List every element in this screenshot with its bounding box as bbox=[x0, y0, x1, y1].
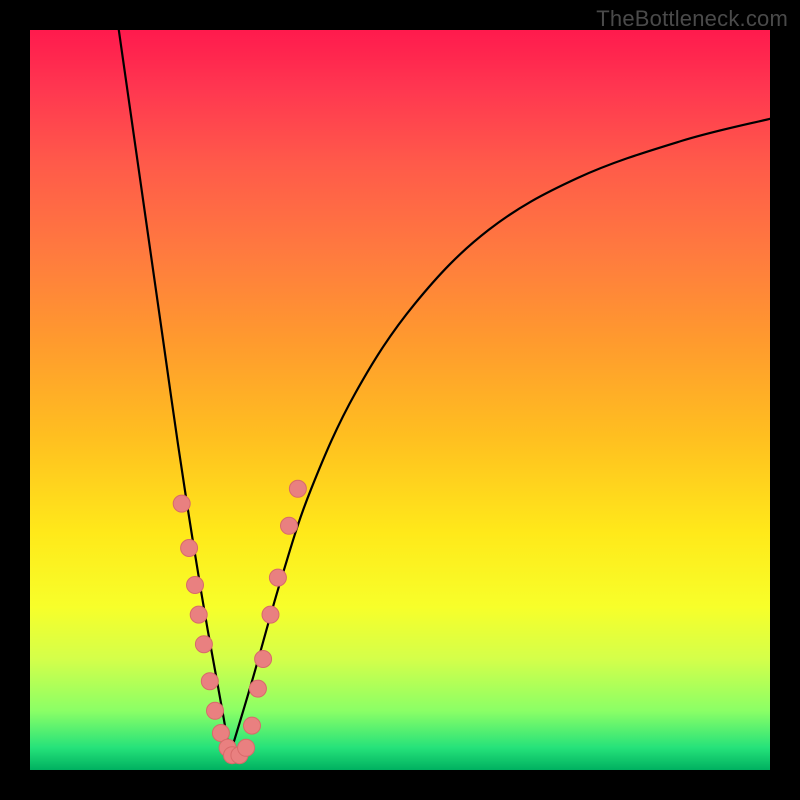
marker-point bbox=[269, 569, 286, 586]
marker-point bbox=[173, 495, 190, 512]
marker-point bbox=[255, 651, 272, 668]
marker-point bbox=[249, 680, 266, 697]
series-left-branch bbox=[119, 30, 230, 755]
marker-point bbox=[190, 606, 207, 623]
curve-layer bbox=[119, 30, 770, 755]
marker-point bbox=[187, 577, 204, 594]
outer-frame: TheBottleneck.com bbox=[0, 0, 800, 800]
chart-svg bbox=[30, 30, 770, 770]
marker-point bbox=[207, 702, 224, 719]
marker-point bbox=[281, 517, 298, 534]
series-right-branch bbox=[230, 119, 770, 755]
marker-point bbox=[195, 636, 212, 653]
marker-point bbox=[201, 673, 218, 690]
marker-point bbox=[244, 717, 261, 734]
marker-point bbox=[238, 739, 255, 756]
watermark-text: TheBottleneck.com bbox=[596, 6, 788, 32]
plot-area bbox=[30, 30, 770, 770]
marker-point bbox=[262, 606, 279, 623]
marker-point bbox=[181, 540, 198, 557]
marker-point bbox=[289, 480, 306, 497]
